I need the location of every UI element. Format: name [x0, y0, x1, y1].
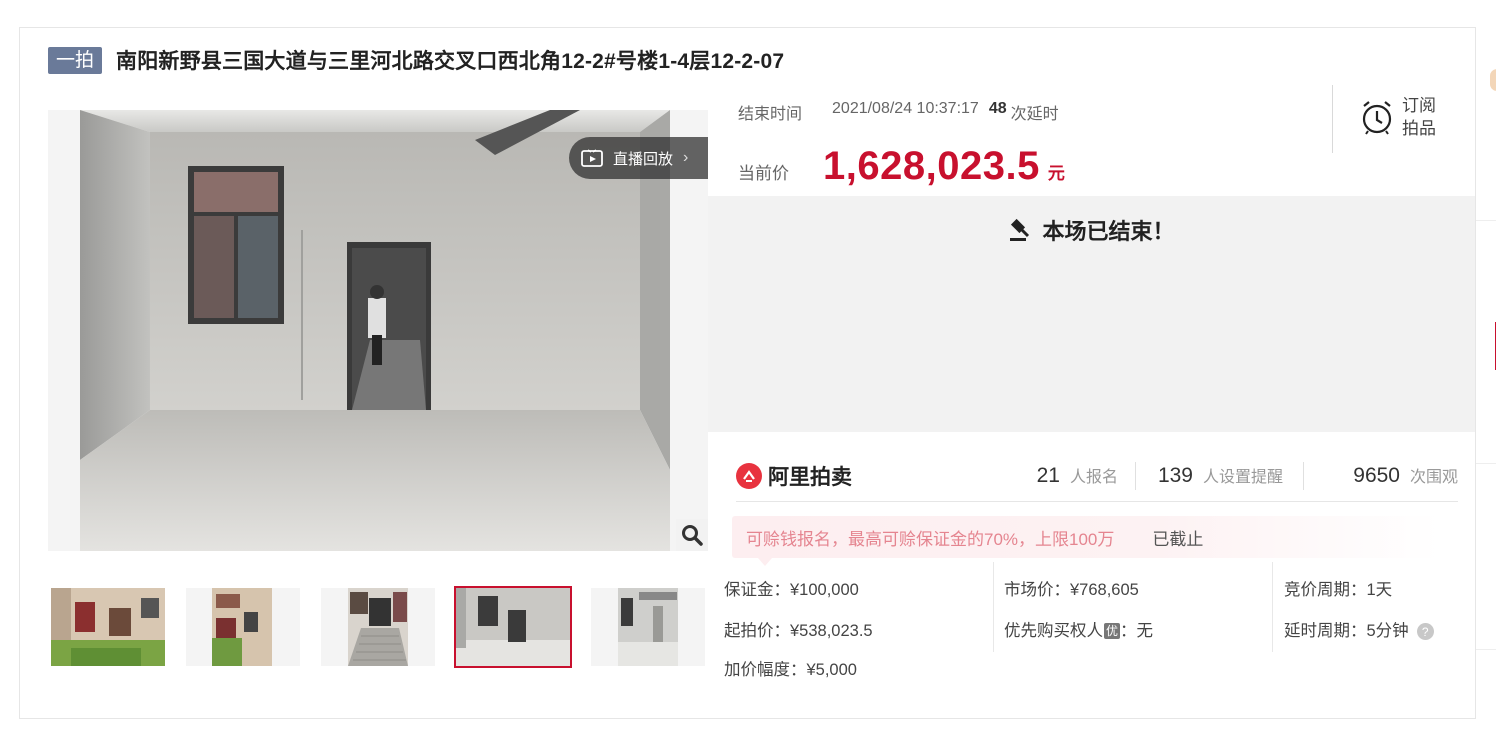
credit-signup-text: 可赊钱报名，最高可赊保证金的70%，上限100万	[746, 529, 1115, 549]
deposit: 保证金：¥100,000	[724, 581, 859, 599]
detail-divider	[1272, 562, 1273, 652]
current-price-row: 当前价 1,628,023.5 元	[738, 144, 1065, 189]
bidding-cycle: 竞价周期：1天	[1284, 581, 1393, 599]
market-price: 市场价：¥768,605	[1004, 581, 1139, 599]
thumbnail-3[interactable]	[321, 588, 435, 666]
subscribe-label-line1: 订阅	[1402, 96, 1436, 115]
credit-signup-notice[interactable]: 可赊钱报名，最高可赊保证金的70%，上限100万 已截止	[732, 516, 1440, 566]
thumbnail-image	[456, 588, 570, 666]
delay-label: 次延时	[1010, 106, 1059, 123]
price-unit: 元	[1047, 164, 1065, 183]
priority-buyer-value: ：无	[1120, 622, 1154, 640]
title-row: 一拍 南阳新野县三国大道与三里河北路交叉口西北角12-2#号楼1-4层12-2-…	[48, 45, 784, 75]
item-title: 南阳新野县三国大道与三里河北路交叉口西北角12-2#号楼1-4层12-2-07	[116, 50, 785, 73]
auction-ended-message: 本场已结束！	[1042, 219, 1175, 244]
subscribe-label-line2: 拍品	[1402, 119, 1436, 138]
priority-badge: 优	[1104, 623, 1121, 639]
subscribe-button[interactable]: 订阅 拍品	[1360, 94, 1436, 140]
chevron-right-icon: ›	[683, 149, 689, 166]
help-icon[interactable]: ?	[1416, 623, 1434, 641]
signups-count: 21	[1036, 464, 1060, 487]
stat-divider	[1302, 461, 1304, 490]
current-price-label: 当前价	[738, 164, 789, 183]
notice-pointer	[758, 558, 772, 566]
credit-signup-status: 已截止	[1152, 529, 1204, 549]
ali-auction-logo[interactable]: 阿里拍卖	[736, 461, 986, 491]
panel-avatar	[1490, 69, 1496, 91]
start-price: 起拍价：¥538,023.5	[724, 622, 873, 640]
panel-divider	[1476, 649, 1496, 650]
thumbnail-2[interactable]	[186, 588, 300, 666]
thumbnail-image	[321, 588, 435, 666]
panel-divider	[1476, 220, 1496, 221]
views-label: 次围观	[1409, 467, 1458, 486]
reminders-stat: 139 人设置提醒	[1152, 463, 1283, 488]
views-count: 9650	[1353, 464, 1400, 487]
delay-cycle-row: 延时周期：5分钟?	[1284, 617, 1434, 641]
signups-label: 人报名	[1069, 467, 1118, 486]
ali-auction-brand: 阿里拍卖	[768, 465, 852, 489]
end-time-value: 2021/08/24 10:37:17	[832, 100, 979, 117]
thumbnail-4-selected[interactable]	[454, 586, 572, 668]
detail-divider	[993, 562, 994, 652]
panel-divider	[1476, 463, 1496, 464]
play-screen-icon	[581, 149, 603, 167]
priority-buyer: 优先购买权人优：无	[1004, 617, 1153, 641]
thumbnail-5[interactable]	[591, 588, 705, 666]
magnifier-icon	[682, 525, 703, 546]
zoom-button[interactable]	[676, 519, 708, 551]
signups-stat: 21 人报名	[986, 463, 1118, 488]
gavel-icon	[1010, 218, 1030, 241]
delay-count: 48	[988, 100, 1007, 117]
reminders-label: 人设置提醒	[1202, 467, 1283, 486]
alarm-clock-icon	[1362, 101, 1392, 135]
views-stat: 9650 次围观	[1323, 463, 1458, 488]
thumbnail-image	[591, 588, 705, 666]
thumbnail-image	[186, 588, 300, 666]
end-time-row: 结束时间 2021/08/24 10:37:17 48 次延时	[738, 100, 1059, 124]
stat-divider	[1134, 461, 1136, 490]
bid-increment: 加价幅度：¥5,000	[724, 661, 857, 679]
auction-stats-bar: 阿里拍卖 21 人报名 139 人设置提醒 9650 次围观	[736, 450, 1458, 502]
end-time-label: 结束时间	[738, 106, 803, 123]
ali-auction-logo-icon	[736, 462, 762, 489]
thumbnail-1[interactable]	[51, 588, 165, 666]
auction-round-tag: 一拍	[48, 46, 103, 74]
live-replay-button[interactable]: 直播回放 ›	[569, 137, 708, 179]
reminders-count: 139	[1157, 464, 1193, 487]
right-side-panel	[1475, 27, 1496, 719]
live-replay-label: 直播回放	[613, 150, 674, 168]
thumbnail-image	[51, 588, 165, 666]
divider	[1332, 85, 1333, 153]
priority-buyer-label: 优先购买权人	[1004, 622, 1103, 640]
auction-ended-panel: 本场已结束！	[708, 196, 1475, 432]
current-price: 1,628,023.5	[823, 144, 1040, 188]
delay-cycle: 延时周期：5分钟	[1284, 622, 1409, 640]
